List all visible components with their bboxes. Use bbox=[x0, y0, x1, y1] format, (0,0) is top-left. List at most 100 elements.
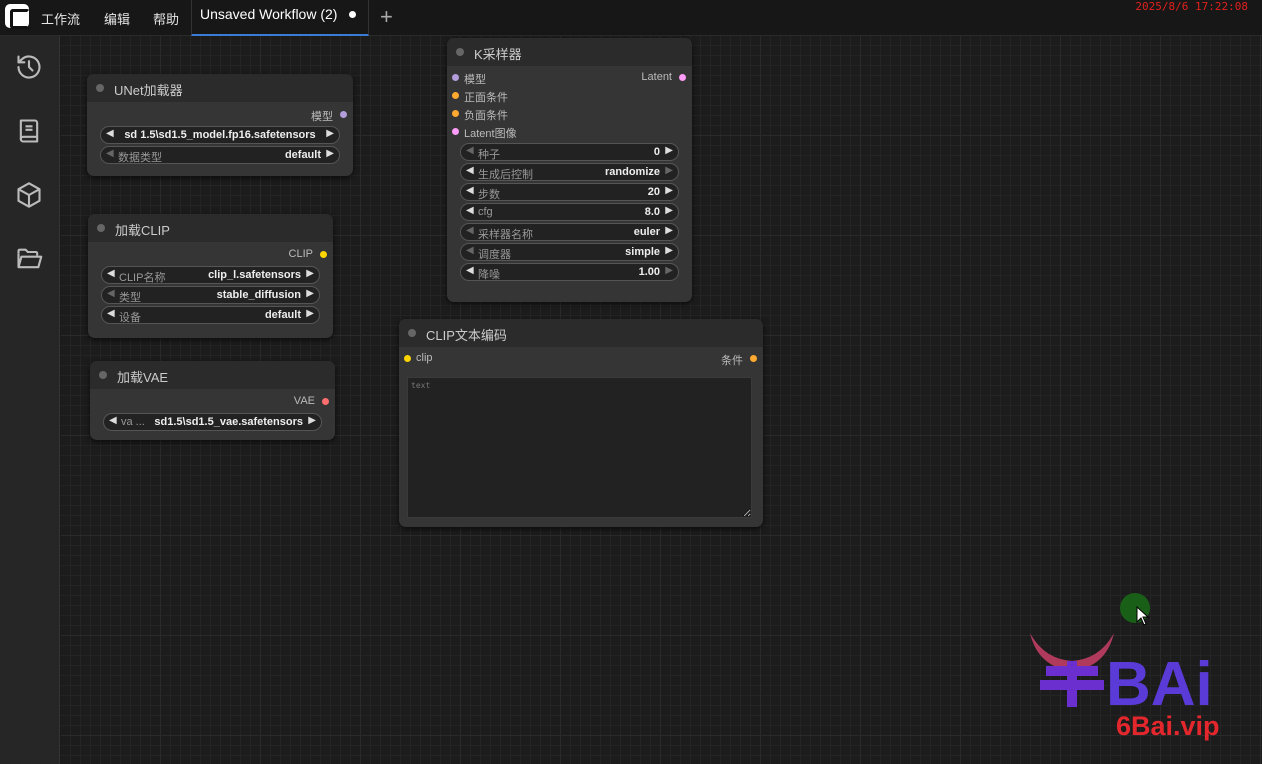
clip-name-combo[interactable]: ◀ CLIP名称 clip_l.safetensors ▶ bbox=[101, 266, 320, 284]
node-title: UNet加载器 bbox=[114, 83, 183, 98]
control-after-generate-widget[interactable]: ◀ 生成后控制 randomize ▶ bbox=[460, 163, 679, 181]
arrow-right-icon[interactable]: ▶ bbox=[326, 148, 334, 159]
arrow-right-icon[interactable]: ▶ bbox=[326, 128, 334, 139]
widget-label: va ... bbox=[121, 416, 145, 428]
menu-workflow[interactable]: 工作流 bbox=[41, 9, 80, 28]
folder-icon[interactable] bbox=[15, 245, 43, 273]
menu-help[interactable]: 帮助 bbox=[153, 9, 179, 28]
conditioning-slot-icon[interactable] bbox=[452, 110, 459, 117]
node-header[interactable]: 加载CLIP bbox=[88, 214, 333, 242]
arrow-left-icon[interactable]: ◀ bbox=[466, 265, 474, 276]
node-title: K采样器 bbox=[474, 47, 522, 62]
arrow-right-icon[interactable]: ▶ bbox=[665, 145, 673, 156]
widget-value: default bbox=[264, 309, 301, 321]
weight-dtype-combo[interactable]: ◀ 数据类型 default ▶ bbox=[100, 146, 340, 164]
conditioning-slot-icon[interactable] bbox=[452, 92, 459, 99]
arrow-right-icon[interactable]: ▶ bbox=[665, 185, 673, 196]
history-icon[interactable] bbox=[15, 53, 43, 81]
input-slot-model[interactable]: 模型 Latent bbox=[447, 69, 692, 87]
widget-value: sd 1.5\sd1.5_model.fp16.safetensors bbox=[124, 129, 316, 141]
arrow-right-icon[interactable]: ▶ bbox=[665, 165, 673, 176]
node-header[interactable]: 加载VAE bbox=[90, 361, 335, 389]
clip-slot-icon[interactable] bbox=[404, 355, 411, 362]
arrow-left-icon[interactable]: ◀ bbox=[106, 148, 114, 159]
vae-slot-icon[interactable] bbox=[322, 398, 329, 405]
latent-slot-icon[interactable] bbox=[452, 128, 459, 135]
comfy-logo-icon[interactable] bbox=[5, 4, 30, 29]
node-header[interactable]: CLIP文本编码 bbox=[399, 319, 763, 347]
widget-value: euler bbox=[633, 226, 660, 238]
arrow-right-icon[interactable]: ▶ bbox=[665, 205, 673, 216]
collapse-dot-icon[interactable] bbox=[99, 371, 107, 379]
arrow-left-icon[interactable]: ◀ bbox=[107, 308, 115, 319]
node-load-clip[interactable]: 加载CLIP CLIP ◀ CLIP名称 clip_l.safetensors … bbox=[88, 214, 333, 338]
arrow-left-icon[interactable]: ◀ bbox=[107, 288, 115, 299]
clip-device-combo[interactable]: ◀ 设备 default ▶ bbox=[101, 306, 320, 324]
arrow-left-icon[interactable]: ◀ bbox=[466, 225, 474, 236]
arrow-left-icon[interactable]: ◀ bbox=[107, 268, 115, 279]
widget-label: 类型 bbox=[119, 292, 141, 304]
node-header[interactable]: K采样器 bbox=[447, 38, 692, 66]
model-cube-icon[interactable] bbox=[15, 181, 43, 209]
unet-name-combo[interactable]: ◀ sd 1.5\sd1.5_model.fp16.safetensors ▶ bbox=[100, 126, 340, 144]
steps-widget[interactable]: ◀ 步数 20 ▶ bbox=[460, 183, 679, 201]
widget-value: 20 bbox=[647, 186, 660, 198]
input-slot-positive[interactable]: 正面条件 bbox=[447, 87, 692, 105]
node-header[interactable]: UNet加载器 bbox=[87, 74, 353, 102]
prompt-textarea[interactable] bbox=[407, 377, 752, 518]
arrow-left-icon[interactable]: ◀ bbox=[466, 245, 474, 256]
collapse-dot-icon[interactable] bbox=[456, 48, 464, 56]
seed-widget[interactable]: ◀ 种子 0 ▶ bbox=[460, 143, 679, 161]
arrow-right-icon[interactable]: ▶ bbox=[665, 225, 673, 236]
output-slot-clip[interactable]: CLIP bbox=[88, 246, 333, 264]
input-slot-negative[interactable]: 负面条件 bbox=[447, 105, 692, 123]
output-label: 模型 bbox=[311, 111, 333, 123]
arrow-right-icon[interactable]: ▶ bbox=[306, 268, 314, 279]
arrow-left-icon[interactable]: ◀ bbox=[109, 415, 117, 426]
arrow-right-icon[interactable]: ▶ bbox=[306, 288, 314, 299]
arrow-right-icon[interactable]: ▶ bbox=[665, 265, 673, 276]
arrow-left-icon[interactable]: ◀ bbox=[466, 165, 474, 176]
widget-value: clip_l.safetensors bbox=[208, 269, 301, 281]
unsaved-indicator-icon[interactable] bbox=[349, 11, 356, 18]
arrow-right-icon[interactable]: ▶ bbox=[665, 245, 673, 256]
node-unet-loader[interactable]: UNet加载器 模型 ◀ sd 1.5\sd1.5_model.fp16.saf… bbox=[87, 74, 353, 176]
output-slot-model[interactable]: 模型 bbox=[87, 106, 353, 124]
model-slot-icon[interactable] bbox=[340, 111, 347, 118]
input-slot-clip[interactable]: clip 条件 bbox=[399, 350, 763, 368]
model-slot-icon[interactable] bbox=[452, 74, 459, 81]
input-slot-latent[interactable]: Latent图像 bbox=[447, 123, 692, 141]
clip-slot-icon[interactable] bbox=[320, 251, 327, 258]
arrow-left-icon[interactable]: ◀ bbox=[466, 205, 474, 216]
sampler-name-widget[interactable]: ◀ 采样器名称 euler ▶ bbox=[460, 223, 679, 241]
node-clip-text-encode[interactable]: CLIP文本编码 clip 条件 bbox=[399, 319, 763, 527]
output-label: CLIP bbox=[288, 248, 313, 260]
cfg-widget[interactable]: ◀ cfg 8.0 ▶ bbox=[460, 203, 679, 221]
sidebar bbox=[0, 36, 60, 764]
workflow-tab[interactable]: Unsaved Workflow (2) bbox=[191, 0, 369, 36]
collapse-dot-icon[interactable] bbox=[408, 329, 416, 337]
output-slot-vae[interactable]: VAE bbox=[90, 393, 335, 411]
menu-edit[interactable]: 编辑 bbox=[104, 9, 130, 28]
input-label: Latent图像 bbox=[464, 128, 517, 140]
conditioning-slot-icon[interactable] bbox=[750, 355, 757, 362]
output-label: VAE bbox=[293, 395, 315, 407]
node-load-vae[interactable]: 加载VAE VAE ◀ va ... sd1.5\sd1.5_vae.safet… bbox=[90, 361, 335, 440]
arrow-right-icon[interactable]: ▶ bbox=[306, 308, 314, 319]
vae-name-combo[interactable]: ◀ va ... sd1.5\sd1.5_vae.safetensors ▶ bbox=[103, 413, 322, 431]
node-ksampler[interactable]: K采样器 模型 Latent 正面条件 负面条件 Latent图像 ◀ 种子 0… bbox=[447, 38, 692, 302]
clip-type-combo[interactable]: ◀ 类型 stable_diffusion ▶ bbox=[101, 286, 320, 304]
arrow-right-icon[interactable]: ▶ bbox=[308, 415, 316, 426]
denoise-widget[interactable]: ◀ 降噪 1.00 ▶ bbox=[460, 263, 679, 281]
collapse-dot-icon[interactable] bbox=[97, 224, 105, 232]
widget-label: 降噪 bbox=[478, 269, 500, 281]
arrow-left-icon[interactable]: ◀ bbox=[466, 185, 474, 196]
arrow-left-icon[interactable]: ◀ bbox=[466, 145, 474, 156]
add-tab-button[interactable]: + bbox=[380, 4, 393, 30]
collapse-dot-icon[interactable] bbox=[96, 84, 104, 92]
input-label: 负面条件 bbox=[464, 110, 508, 122]
scheduler-widget[interactable]: ◀ 调度器 simple ▶ bbox=[460, 243, 679, 261]
library-icon[interactable] bbox=[15, 117, 43, 145]
latent-slot-icon[interactable] bbox=[679, 74, 686, 81]
node-title: 加载CLIP bbox=[115, 223, 170, 238]
